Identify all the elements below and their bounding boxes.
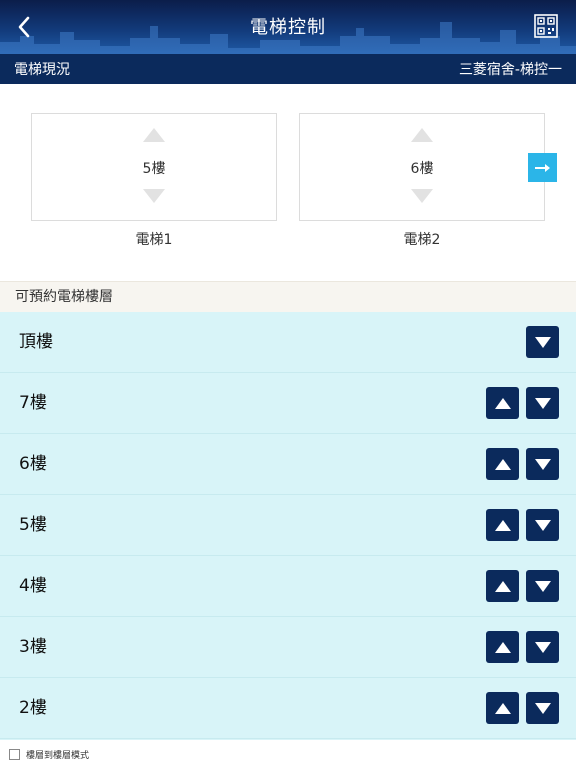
qr-code-icon xyxy=(534,14,558,38)
call-up-button[interactable] xyxy=(486,570,519,602)
call-down-button[interactable] xyxy=(526,692,559,724)
floor-list: 頂樓 7樓 6樓 5樓 4樓 3樓 2樓 xyxy=(0,312,576,740)
triangle-down-icon xyxy=(534,458,551,470)
floor-name: 4樓 xyxy=(19,576,47,596)
call-down-button[interactable] xyxy=(526,570,559,602)
triangle-down-icon xyxy=(534,702,551,714)
floor-row: 6樓 xyxy=(0,434,576,495)
arrow-down-icon xyxy=(143,189,165,203)
call-up-button[interactable] xyxy=(486,448,519,480)
floor-row: 3樓 xyxy=(0,617,576,678)
elevator-car-2: 6樓 xyxy=(299,113,545,221)
triangle-down-icon xyxy=(534,519,551,531)
floor-row: 5樓 xyxy=(0,495,576,556)
triangle-up-icon xyxy=(494,580,511,592)
floor-row: 2樓 xyxy=(0,678,576,739)
reservable-floors-header: 可預約電梯樓層 xyxy=(0,281,576,312)
floor-row: 7樓 xyxy=(0,373,576,434)
triangle-up-icon xyxy=(494,702,511,714)
triangle-up-icon xyxy=(494,458,511,470)
call-down-button[interactable] xyxy=(526,387,559,419)
triangle-down-icon xyxy=(534,397,551,409)
triangle-up-icon xyxy=(494,641,511,653)
arrow-up-icon xyxy=(411,128,433,142)
call-up-button[interactable] xyxy=(486,387,519,419)
triangle-down-icon xyxy=(534,336,551,348)
call-up-button[interactable] xyxy=(486,692,519,724)
triangle-up-icon xyxy=(494,519,511,531)
call-down-button[interactable] xyxy=(526,448,559,480)
elevator-cars-panel: 5樓 電梯1 6樓 電梯2 xyxy=(0,84,576,281)
floor-name: 頂樓 xyxy=(19,332,53,352)
building-name: 三菱宿舍-梯控一 xyxy=(458,62,562,78)
arrow-up-icon xyxy=(143,128,165,142)
call-down-button[interactable] xyxy=(526,509,559,541)
floor-name: 3樓 xyxy=(19,637,47,657)
triangle-up-icon xyxy=(494,397,511,409)
mode-footer: 樓層到樓層模式 xyxy=(0,740,576,768)
triangle-down-icon xyxy=(534,580,551,592)
floor-name: 5樓 xyxy=(19,515,47,535)
call-up-button[interactable] xyxy=(486,509,519,541)
app-header: 電梯控制 xyxy=(0,0,576,54)
floor-to-floor-mode-checkbox[interactable] xyxy=(9,748,20,760)
car-current-floor: 6樓 xyxy=(410,161,434,177)
call-up-button[interactable] xyxy=(486,631,519,663)
page-title: 電梯控制 xyxy=(250,17,326,38)
floor-name: 6樓 xyxy=(19,454,47,474)
car-label: 電梯1 xyxy=(135,232,173,248)
elevator-car-1: 5樓 xyxy=(31,113,277,221)
car-current-floor: 5樓 xyxy=(142,161,166,177)
floor-name: 2樓 xyxy=(19,698,47,718)
car-label: 電梯2 xyxy=(403,232,441,248)
qr-scan-button[interactable] xyxy=(534,14,558,38)
floor-to-floor-mode-label: 樓層到樓層模式 xyxy=(26,750,90,761)
arrow-down-icon xyxy=(411,189,433,203)
next-cars-button[interactable] xyxy=(528,153,557,182)
floor-name: 7樓 xyxy=(19,393,47,413)
status-label: 電梯現況 xyxy=(14,62,70,78)
elevator-status-bar: 電梯現況 三菱宿舍-梯控一 xyxy=(0,54,576,84)
triangle-down-icon xyxy=(534,641,551,653)
arrow-right-icon xyxy=(534,163,550,172)
call-down-button[interactable] xyxy=(526,631,559,663)
floor-row: 頂樓 xyxy=(0,312,576,373)
floor-row: 4樓 xyxy=(0,556,576,617)
call-down-button[interactable] xyxy=(526,326,559,358)
